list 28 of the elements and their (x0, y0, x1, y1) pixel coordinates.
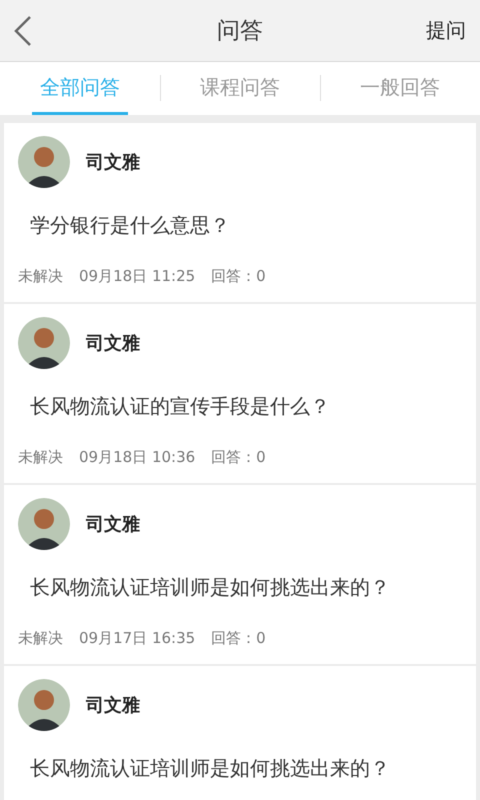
question-card[interactable]: 司文雅 长风物流认证的宣传手段是什么？ 未解决 09月18日 10:36 回答：0 (4, 304, 476, 483)
page-title: 问答 (217, 18, 263, 44)
ask-button[interactable]: 提问 (426, 13, 466, 48)
answer-count: 回答：0 (211, 267, 266, 286)
timestamp: 09月18日 11:25 (79, 267, 196, 286)
question-card[interactable]: 司文雅 学分银行是什么意思？ 未解决 09月18日 11:25 回答：0 (4, 123, 476, 302)
question-text: 长风物流认证培训师是如何挑选出来的？ (30, 574, 391, 601)
status-label: 未解决 (18, 448, 63, 467)
author-name: 司文雅 (86, 151, 140, 174)
question-text: 学分银行是什么意思？ (30, 212, 231, 239)
author-name: 司文雅 (86, 694, 140, 717)
question-text: 长风物流认证培训师是如何挑选出来的？ (30, 755, 391, 782)
back-icon[interactable] (12, 14, 34, 48)
avatar-icon (18, 136, 70, 188)
answer-count: 回答：0 (211, 629, 266, 648)
author-name: 司文雅 (86, 513, 140, 536)
avatar-icon (18, 317, 70, 369)
timestamp: 09月18日 10:36 (79, 448, 196, 467)
status-label: 未解决 (18, 267, 63, 286)
question-text: 长风物流认证的宣传手段是什么？ (30, 393, 331, 420)
avatar-icon (18, 498, 70, 550)
status-label: 未解决 (18, 629, 63, 648)
question-card[interactable]: 司文雅 长风物流认证培训师是如何挑选出来的？ 未解决 09月17日 16:35 回答：0 (4, 485, 476, 664)
question-card[interactable]: 司文雅 长风物流认证培训师是如何挑选出来的？ (4, 666, 476, 800)
author-name: 司文雅 (86, 332, 140, 355)
avatar-icon (18, 679, 70, 731)
answer-count: 回答：0 (211, 448, 266, 467)
timestamp: 09月17日 16:35 (79, 629, 196, 648)
